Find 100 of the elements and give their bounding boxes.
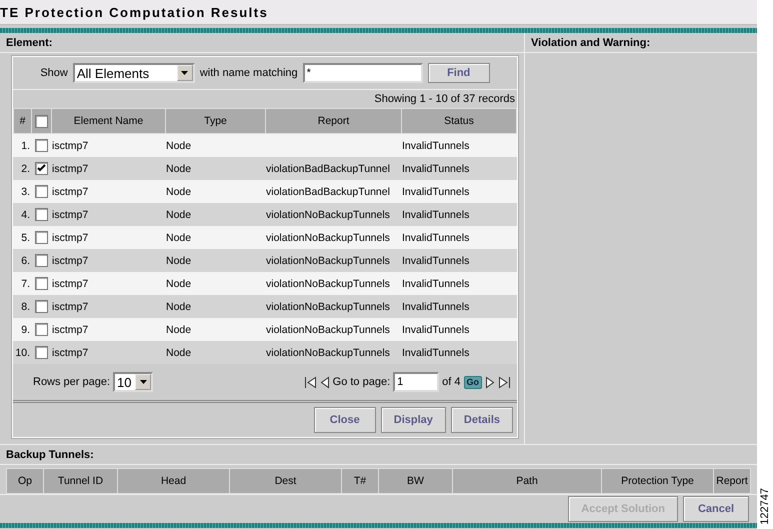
row-checkbox[interactable]	[34, 162, 48, 175]
row-checkbox[interactable]	[34, 346, 48, 359]
rows-per-page-label: Rows per page:	[33, 376, 110, 388]
row-number: 6.	[20, 254, 31, 266]
column-header[interactable]: Path	[452, 468, 602, 494]
table-row[interactable]: 6. isctmp7 Node violationNoBackupTunnels InvalidTunnels	[13, 249, 517, 272]
action-button[interactable]: Display	[380, 407, 446, 433]
column-header[interactable]: Element Name	[52, 108, 166, 134]
table-cell-text: Node	[165, 232, 192, 244]
table-cell-text: isctmp7	[51, 140, 90, 152]
match-label: with name matching	[200, 67, 298, 79]
row-checkbox[interactable]	[34, 231, 48, 244]
table-cell-text: Node	[165, 346, 192, 358]
table-row[interactable]: 5. isctmp7 Node violationNoBackupTunnels InvalidTunnels	[13, 226, 517, 249]
row-checkbox[interactable]	[34, 277, 48, 290]
row-number: 1.	[20, 140, 31, 152]
table-row[interactable]: 7. isctmp7 Node violationNoBackupTunnels InvalidTunnels	[13, 272, 517, 295]
page-number-field[interactable]: 1	[393, 372, 440, 392]
column-header[interactable]: Status	[402, 108, 516, 134]
table-row[interactable]: 2. isctmp7 Node violationBadBackupTunnel InvalidTunnels	[13, 157, 517, 180]
table-cell-text: isctmp7	[51, 162, 90, 174]
table-cell-text: isctmp7	[51, 208, 90, 220]
element-filter-dropdown[interactable]: All Elements	[72, 63, 195, 83]
go-to-page-label: Go to page:	[332, 376, 390, 388]
table-cell-text: Node	[165, 300, 192, 312]
find-button[interactable]: Find	[428, 63, 490, 83]
table-cell-text: InvalidTunnels	[401, 254, 470, 266]
table-cell-text: isctmp7	[51, 300, 90, 312]
row-number: 10.	[14, 346, 31, 358]
table-cell-text: Node	[165, 186, 192, 198]
row-number: 2.	[20, 162, 31, 174]
table-cell-text: InvalidTunnels	[401, 324, 470, 336]
go-button[interactable]: Go	[464, 376, 482, 388]
column-header[interactable]: Head	[118, 468, 230, 494]
table-cell-text: violationNoBackupTunnels	[265, 324, 391, 336]
table-cell-text: Node	[165, 140, 192, 152]
column-header[interactable]: Dest	[230, 468, 342, 494]
table-cell-text: InvalidTunnels	[401, 140, 470, 152]
row-checkbox[interactable]	[34, 254, 48, 267]
row-number: 8.	[20, 300, 31, 312]
table-cell-text: violationNoBackupTunnels	[265, 254, 391, 266]
table-cell-text: InvalidTunnels	[401, 208, 470, 220]
table-cell-text: isctmp7	[51, 324, 90, 336]
table-cell-text: Node	[165, 278, 192, 290]
column-header: #	[14, 108, 32, 134]
column-header[interactable]: BW	[378, 468, 452, 494]
row-number: 9.	[20, 324, 31, 336]
column-header[interactable]: Tunnel ID	[44, 468, 118, 494]
column-header[interactable]: Type	[166, 108, 266, 134]
table-cell-text: isctmp7	[51, 254, 90, 266]
column-header[interactable]: Protection Type	[602, 468, 714, 494]
row-number: 3.	[20, 186, 31, 198]
column-header[interactable]: T#	[342, 468, 378, 494]
table-cell-text: isctmp7	[51, 346, 90, 358]
show-label: Show	[40, 67, 68, 79]
table-row[interactable]: 10. isctmp7 Node violationNoBackupTunnels InvalidTunnels	[13, 341, 517, 364]
action-button[interactable]: Close	[314, 407, 376, 433]
select-all-checkbox[interactable]	[35, 114, 48, 128]
caret-icon	[181, 71, 188, 75]
column-header[interactable]: Report	[714, 468, 750, 494]
table-row[interactable]: 9. isctmp7 Node violationNoBackupTunnels InvalidTunnels	[13, 318, 517, 341]
action-button[interactable]: Cancel	[683, 496, 749, 522]
table-row[interactable]: 3. isctmp7 Node violationBadBackupTunnel InvalidTunnels	[13, 180, 517, 203]
table-cell-text: Node	[165, 208, 192, 220]
row-checkbox[interactable]	[34, 323, 48, 336]
table-cell-text: InvalidTunnels	[401, 162, 470, 174]
table-cell-text: violationNoBackupTunnels	[265, 278, 391, 290]
table-cell-text: Node	[165, 324, 192, 336]
table-row[interactable]: 4. isctmp7 Node violationNoBackupTunnels InvalidTunnels	[13, 203, 517, 226]
rows-per-page-dropdown[interactable]: 10	[113, 372, 154, 392]
table-cell-text: violationNoBackupTunnels	[265, 208, 391, 220]
caret-icon	[140, 380, 147, 384]
table-cell-text: isctmp7	[51, 186, 90, 198]
column-header[interactable]: Op	[6, 468, 44, 494]
table-cell-text: violationNoBackupTunnels	[265, 232, 391, 244]
previous-page-icon[interactable]	[320, 376, 330, 388]
table-row[interactable]: 1. isctmp7 Node InvalidTunnels	[13, 134, 517, 157]
page-count: of 4	[442, 376, 460, 388]
table-row[interactable]: 8. isctmp7 Node violationNoBackupTunnels InvalidTunnels	[13, 295, 517, 318]
column-header[interactable]: Report	[266, 108, 402, 134]
table-cell-text: violationNoBackupTunnels	[265, 300, 391, 312]
section-heading: Backup Tunnels:	[0, 444, 757, 465]
row-checkbox[interactable]	[34, 185, 48, 198]
last-page-icon[interactable]	[498, 376, 511, 388]
table-cell-text: violationBadBackupTunnel	[265, 186, 391, 198]
row-checkbox[interactable]	[34, 300, 48, 313]
page-title: TE Protection Computation Results	[0, 0, 757, 25]
row-number: 7.	[20, 278, 31, 290]
action-button[interactable]: Details	[450, 407, 513, 433]
next-page-icon[interactable]	[485, 376, 495, 388]
first-page-icon[interactable]	[304, 376, 317, 388]
table-cell-text: InvalidTunnels	[401, 186, 470, 198]
table-cell-text: violationBadBackupTunnel	[265, 162, 391, 174]
table-cell-text: InvalidTunnels	[401, 300, 470, 312]
row-checkbox[interactable]	[34, 139, 48, 152]
name-match-field[interactable]: *	[302, 63, 423, 83]
table-cell-text: Node	[165, 254, 192, 266]
row-checkbox[interactable]	[34, 208, 48, 221]
table-cell-text: isctmp7	[51, 278, 90, 290]
row-number: 5.	[20, 232, 31, 244]
